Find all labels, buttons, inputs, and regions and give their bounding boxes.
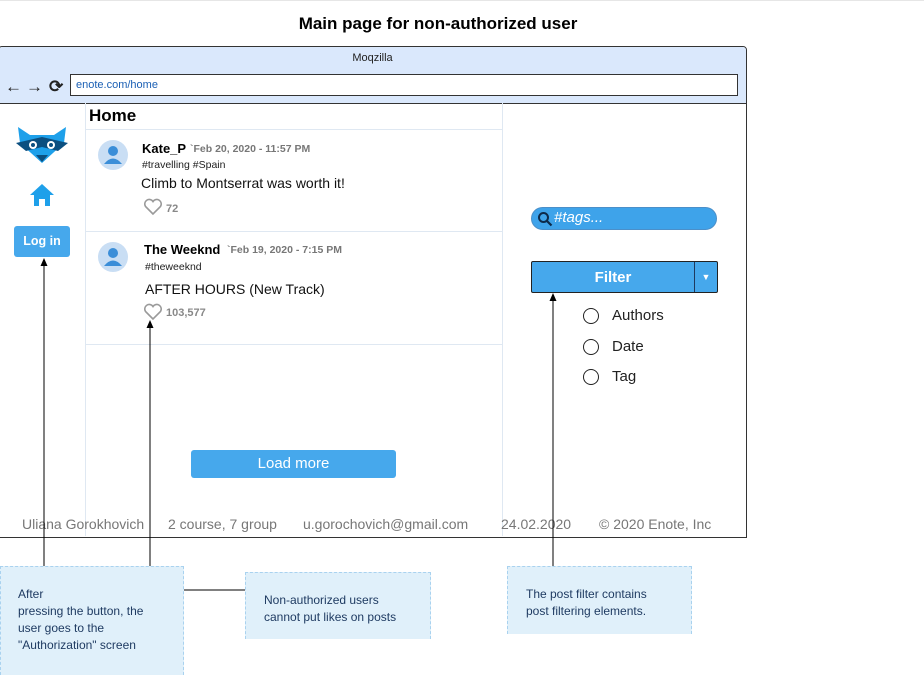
note-line: pressing the button, the [18, 604, 144, 618]
note-line: Non-authorized users [264, 593, 379, 607]
likes-connector [149, 327, 245, 591]
note-line: cannot put likes on posts [264, 610, 397, 624]
note-likes: Non-authorized users cannot put likes on… [245, 572, 431, 639]
arrowhead [40, 258, 48, 266]
note-filter: The post filter contains post filtering … [507, 566, 692, 634]
note-login: After pressing the button, the user goes… [0, 566, 184, 675]
arrowhead [146, 320, 154, 328]
note-line: After [18, 587, 44, 601]
note-line: "Authorization" screen [18, 638, 136, 652]
note-line: post filtering elements. [526, 604, 647, 618]
note-line: The post filter contains [526, 587, 647, 601]
note-line: user goes to the [18, 621, 105, 635]
arrowhead [549, 293, 557, 301]
